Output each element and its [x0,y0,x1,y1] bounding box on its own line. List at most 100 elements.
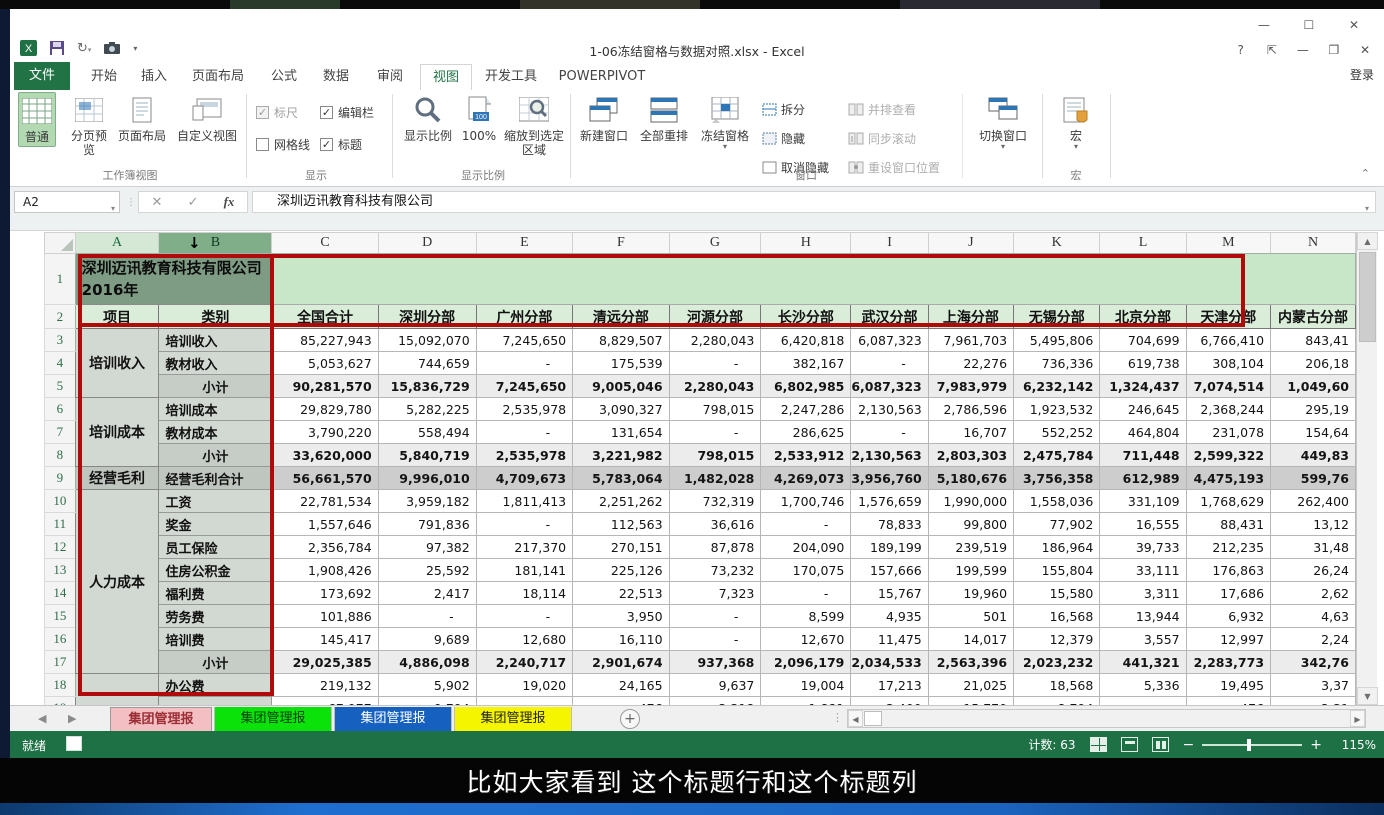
cell[interactable]: 225,126 [573,559,669,582]
arrange-all-button[interactable]: 全部重排 [636,94,692,143]
cell[interactable]: 9,794 [378,697,476,706]
cell[interactable]: 12,670 [761,628,851,651]
cell[interactable]: 8,829,507 [573,329,669,352]
scroll-up-icon[interactable]: ▲ [1357,232,1378,250]
ruler-checkbox[interactable]: ✓标尺 [256,104,298,121]
cell[interactable]: 173,692 [272,582,378,605]
cell[interactable]: 331,109 [1100,490,1186,513]
cell[interactable]: 3,37 [1271,674,1356,697]
row-header[interactable]: 9 [45,467,76,490]
cell[interactable]: 12,680 [476,628,572,651]
cell[interactable]: 5,336 [1100,674,1186,697]
cell[interactable]: 7,323 [669,582,761,605]
cell[interactable]: 3,950 [573,605,669,628]
tab-file[interactable]: 文件 [14,62,70,90]
cell[interactable]: 2,563,396 [928,651,1013,674]
cell[interactable]: 2,240,717 [476,651,572,674]
cell[interactable]: - [669,352,761,375]
row-header[interactable]: 12 [45,536,76,559]
zoom-percentage[interactable]: 115% [1336,738,1376,752]
cell[interactable]: 2,475,784 [1014,444,1100,467]
cell[interactable]: 1,557,646 [272,513,378,536]
cell[interactable]: 843,41 [1271,329,1356,352]
cell[interactable]: 246,645 [1100,398,1186,421]
cell[interactable]: 2,023,232 [1014,651,1100,674]
cell[interactable]: 9,005,046 [573,375,669,398]
cell[interactable]: - [476,352,572,375]
cell[interactable]: - [669,605,761,628]
column-header-G[interactable]: G [669,233,761,254]
cell[interactable]: 112,563 [573,513,669,536]
row-header[interactable]: 16 [45,628,76,651]
cell[interactable]: 295,19 [1271,398,1356,421]
close-button[interactable]: ✕ [1352,43,1378,57]
cell[interactable]: 39,733 [1100,536,1186,559]
freeze-panes-dropdown[interactable]: ▾ [723,143,727,151]
cell[interactable]: 16,568 [1014,605,1100,628]
row-header[interactable]: 1 [45,254,76,305]
restore-button[interactable]: ❐ [1321,43,1347,57]
column-header-C[interactable]: C [272,233,378,254]
new-window-button[interactable]: 新建窗口 [576,94,632,143]
cell[interactable]: 2,280,043 [669,329,761,352]
row-header[interactable]: 4 [45,352,76,375]
cell[interactable]: 5,053,627 [272,352,378,375]
zoom-out-icon[interactable]: − [1183,737,1195,753]
tab-bar-splitter[interactable]: ⋮ [832,711,843,724]
cell[interactable]: 441,321 [1100,651,1186,674]
sheet-tab-3[interactable]: 集团管理报表-02 [334,707,452,731]
gridlines-checkbox[interactable]: 网格线 [256,136,310,153]
cell[interactable]: 286,625 [761,421,851,444]
cell[interactable]: 155,804 [1014,559,1100,582]
cell[interactable]: 3,790,220 [272,421,378,444]
cell[interactable]: 219,132 [272,674,378,697]
cell[interactable]: 2,62 [1271,582,1356,605]
cell[interactable]: 2,31 [1271,697,1356,706]
cell[interactable]: 131,654 [573,421,669,444]
column-header-A[interactable]: A [75,233,159,254]
cell[interactable]: 22,276 [928,352,1013,375]
cell[interactable]: 12,997 [1186,628,1270,651]
cell[interactable]: 2,130,563 [851,444,928,467]
cell[interactable]: 744,659 [378,352,476,375]
confirm-entry-icon[interactable]: ✓ [188,195,199,210]
cell[interactable]: 798,015 [669,444,761,467]
cell[interactable]: 85,227,943 [272,329,378,352]
cell[interactable]: 26,24 [1271,559,1356,582]
cell[interactable]: 2,283,773 [1186,651,1270,674]
cell[interactable]: 612,989 [1100,467,1186,490]
cell[interactable]: 9,996,010 [378,467,476,490]
vertical-scrollbar[interactable]: ▲ ▼ [1356,232,1377,705]
cell[interactable]: 3,221,982 [573,444,669,467]
switch-windows-dropdown[interactable]: ▾ [1001,143,1005,151]
cell[interactable]: 17,686 [1186,582,1270,605]
cancel-entry-icon[interactable]: ✕ [152,195,163,210]
row-header[interactable]: 14 [45,582,76,605]
zoom-slider-thumb[interactable] [1247,739,1251,751]
tab-formulas[interactable]: 公式 [262,64,306,90]
cell[interactable]: 99,800 [928,513,1013,536]
cell[interactable]: 212,235 [1186,536,1270,559]
synchronous-scrolling-button[interactable]: 同步滚动 [848,127,916,149]
sheet-tab-1[interactable]: 集团管理报表 [110,707,212,731]
cell[interactable]: 19,020 [476,674,572,697]
cell[interactable]: 9,637 [669,674,761,697]
cell[interactable]: 13,944 [1100,605,1186,628]
cell[interactable]: 4,63 [1271,605,1356,628]
cell[interactable]: 7,074,514 [1186,375,1270,398]
column-header-J[interactable]: J [928,233,1013,254]
horizontal-scrollbar[interactable]: ◀ ▶ [847,709,1366,728]
cell[interactable]: 2,034,533 [851,651,928,674]
cell[interactable]: 449,83 [1271,444,1356,467]
cell[interactable]: 262,400 [1271,490,1356,513]
cell[interactable]: 6,087,323 [851,375,928,398]
scroll-left-icon[interactable]: ◀ [848,710,863,727]
cell[interactable]: 19,495 [1186,674,1270,697]
row-header[interactable]: 13 [45,559,76,582]
cell[interactable]: 15,580 [1014,582,1100,605]
macro-record-icon[interactable] [66,736,82,751]
cell[interactable]: 16,555 [1100,513,1186,536]
category-cell[interactable] [159,697,272,706]
cell[interactable]: 308,104 [1186,352,1270,375]
column-header-M[interactable]: M [1186,233,1270,254]
